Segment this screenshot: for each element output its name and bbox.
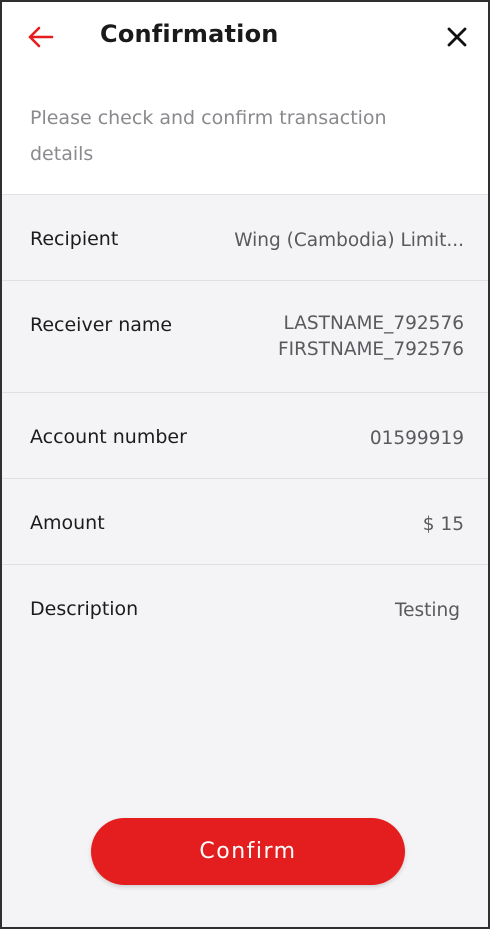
recipient-label: Recipient (30, 228, 119, 250)
page-title: Confirmation (100, 20, 279, 48)
detail-row-amount: Amount $ 15 (2, 479, 488, 565)
account-number-value: 01599919 (369, 428, 464, 449)
close-button[interactable] (442, 22, 472, 52)
detail-row-description: Description Testing (2, 565, 488, 655)
header-bar: Confirmation (2, 2, 488, 74)
receiver-first-name: FIRSTNAME_792576 (277, 339, 464, 360)
amount-label: Amount (30, 512, 105, 534)
amount-value: $ 15 (422, 514, 464, 535)
description-value: Testing (394, 600, 460, 621)
description-label: Description (30, 598, 139, 620)
account-number-label: Account number (30, 426, 187, 448)
receiver-last-name: LASTNAME_792576 (283, 313, 464, 334)
back-button[interactable] (24, 22, 58, 52)
arrow-left-icon (28, 26, 54, 48)
detail-row-receiver-name: Receiver name LASTNAME_792576 FIRSTNAME_… (2, 281, 488, 393)
instruction-section: Please check and confirm transaction det… (2, 74, 488, 195)
receiver-name-label: Receiver name (30, 314, 173, 336)
recipient-value: Wing (Cambodia) Limit... (234, 230, 464, 251)
instruction-text: Please check and confirm transaction det… (30, 107, 387, 165)
confirm-button[interactable]: Confirm (91, 818, 405, 885)
detail-row-account-number: Account number 01599919 (2, 393, 488, 479)
confirmation-screen: Confirmation Please check and confirm tr… (0, 0, 490, 929)
detail-row-recipient: Recipient Wing (Cambodia) Limit... (2, 195, 488, 281)
close-icon (447, 27, 467, 47)
transaction-details: Recipient Wing (Cambodia) Limit... Recei… (2, 195, 488, 655)
receiver-name-value: LASTNAME_792576 FIRSTNAME_792576 (278, 311, 464, 363)
